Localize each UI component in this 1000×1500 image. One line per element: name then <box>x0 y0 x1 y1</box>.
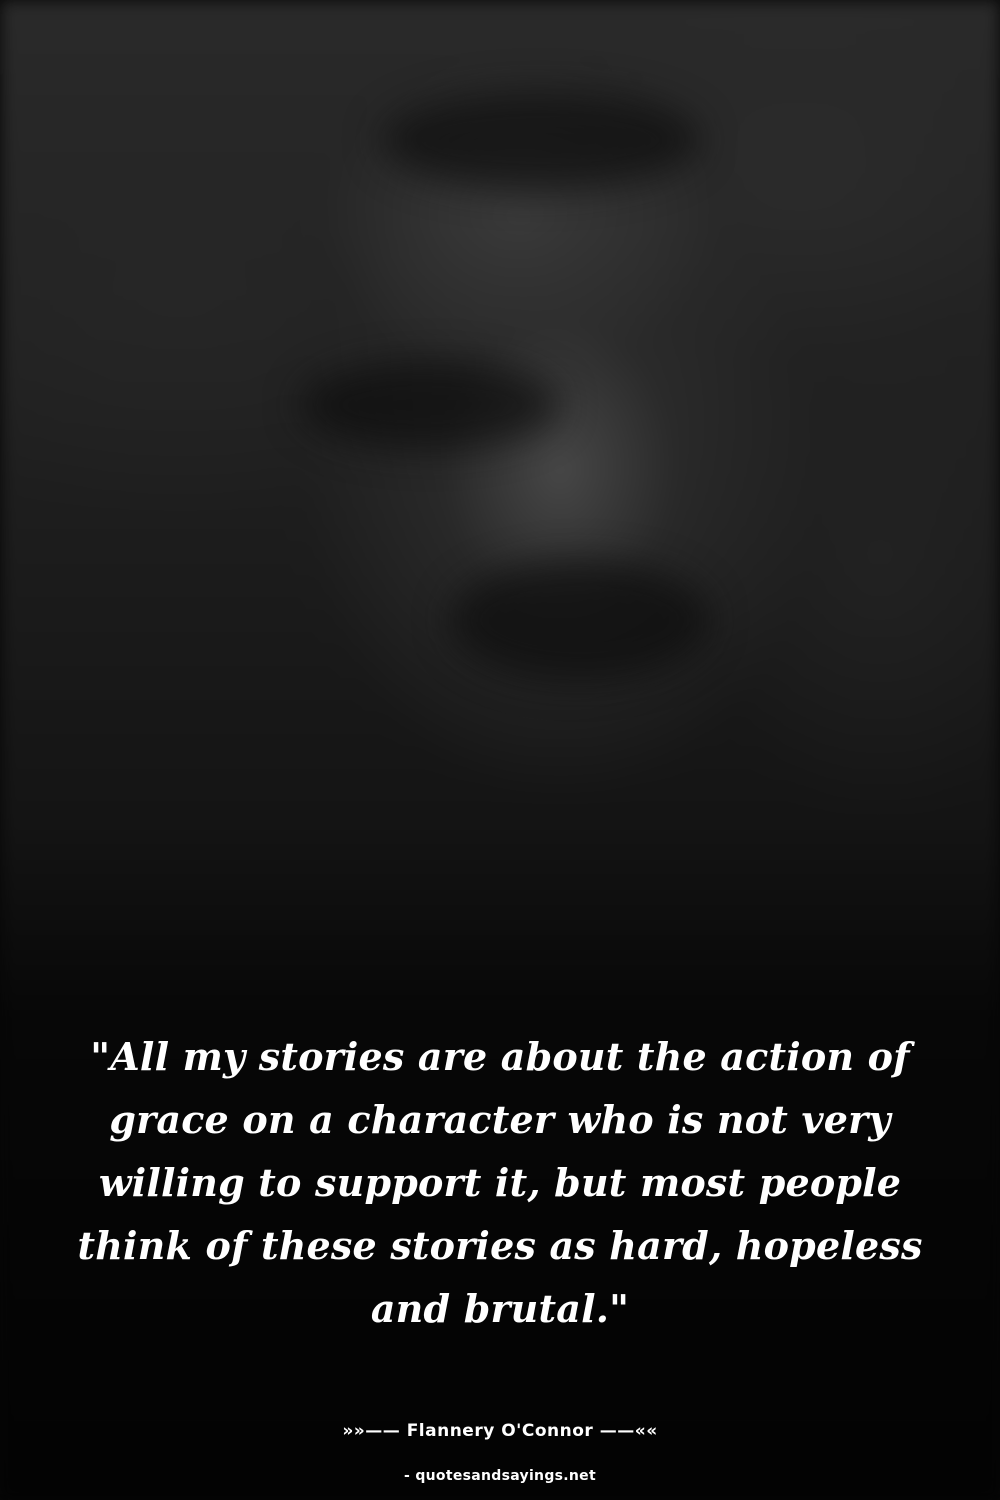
source-watermark: - quotesandsayings.net <box>404 1468 596 1484</box>
author-attribution: »»—— Flannery O'Connor ——«« <box>342 1421 658 1441</box>
portrait-shadow <box>450 560 710 680</box>
quote-text: "All my stories are about the action of … <box>77 1034 923 1331</box>
portrait-shadow <box>300 360 560 450</box>
quote-card: "All my stories are about the action of … <box>0 0 1000 1500</box>
portrait-shadow <box>380 90 700 190</box>
